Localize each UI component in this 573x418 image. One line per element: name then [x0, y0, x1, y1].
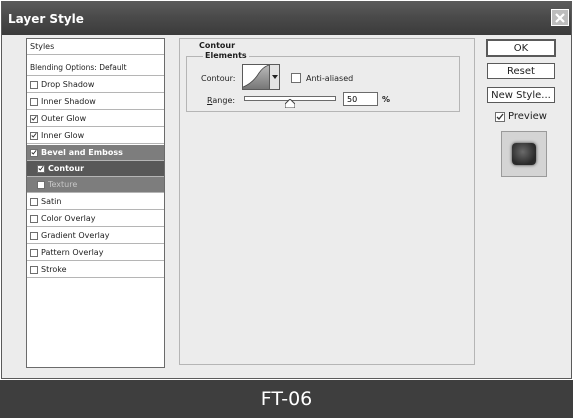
inner-shadow-checkbox[interactable]: [30, 97, 38, 106]
new-style-button-label: New Style...: [491, 89, 551, 101]
style-item-bevel-and-emboss[interactable]: Bevel and Emboss: [27, 145, 164, 161]
outer-glow-checkbox[interactable]: [30, 114, 38, 123]
contour-curve-icon: [242, 64, 270, 89]
style-item-label: Stroke: [41, 265, 67, 274]
drop-shadow-checkbox[interactable]: [30, 80, 38, 89]
check-icon: [31, 132, 37, 138]
style-item-texture[interactable]: Texture: [27, 177, 164, 193]
satin-checkbox[interactable]: [30, 197, 38, 206]
bevel-and-emboss-checkbox[interactable]: [30, 148, 38, 157]
preview-label: Preview: [508, 111, 547, 122]
caption-bar: FT-06: [0, 380, 573, 418]
title-bar[interactable]: Layer Style: [2, 2, 571, 35]
style-item-label: Outer Glow: [41, 114, 87, 123]
style-item-label: Inner Glow: [41, 131, 85, 140]
contour-checkbox[interactable]: [37, 164, 45, 173]
chevron-down-icon: [271, 75, 278, 79]
style-item-outer-glow[interactable]: Outer Glow: [27, 111, 164, 127]
style-item-label: Bevel and Emboss: [41, 148, 123, 157]
blending-options-item[interactable]: Blending Options: Default: [27, 60, 164, 76]
ok-button[interactable]: OK: [486, 39, 556, 57]
style-preview-thumbnail: [501, 131, 547, 177]
check-icon: [496, 113, 504, 120]
style-item-label: Satin: [41, 197, 62, 206]
anti-aliased-label: Anti-aliased: [306, 74, 354, 83]
style-item-inner-glow[interactable]: Inner Glow: [27, 128, 164, 144]
check-icon: [38, 165, 44, 171]
contour-dropdown-button[interactable]: [270, 64, 280, 90]
preview-checkbox[interactable]: [495, 111, 505, 122]
style-item-gradient-overlay[interactable]: Gradient Overlay: [27, 228, 164, 244]
color-overlay-checkbox[interactable]: [30, 214, 38, 223]
close-button[interactable]: [551, 9, 569, 26]
style-item-pattern-overlay[interactable]: Pattern Overlay: [27, 245, 164, 261]
dialog-title: Layer Style: [8, 12, 84, 26]
stroke-checkbox[interactable]: [30, 265, 38, 274]
close-icon: [555, 12, 565, 23]
style-item-label: Color Overlay: [41, 214, 96, 223]
style-item-inner-shadow[interactable]: Inner Shadow: [27, 94, 164, 110]
check-icon: [31, 149, 37, 155]
caption-label: FT-06: [260, 388, 313, 410]
ok-button-label: OK: [513, 42, 529, 54]
reset-button-label: Reset: [507, 65, 535, 77]
contour-label: Contour:: [201, 74, 236, 83]
pattern-overlay-checkbox[interactable]: [30, 248, 38, 257]
style-item-stroke[interactable]: Stroke: [27, 262, 164, 278]
contour-curve-preview[interactable]: [242, 64, 270, 90]
reset-button[interactable]: Reset: [487, 63, 555, 79]
style-item-label: Gradient Overlay: [41, 231, 110, 240]
new-style-button[interactable]: New Style...: [487, 87, 555, 103]
contour-group-title: Contour: [197, 41, 238, 50]
inner-glow-checkbox[interactable]: [30, 131, 38, 140]
styles-header[interactable]: Styles: [27, 39, 164, 55]
range-unit-label: %: [382, 95, 391, 104]
style-item-label: Inner Shadow: [41, 97, 96, 106]
range-value-input[interactable]: [343, 92, 378, 106]
style-item-label: Contour: [48, 164, 85, 173]
style-item-color-overlay[interactable]: Color Overlay: [27, 211, 164, 227]
blending-options-label: Blending Options: Default: [30, 63, 127, 72]
styles-header-label: Styles: [30, 42, 55, 51]
style-item-contour[interactable]: Contour: [27, 161, 164, 177]
gradient-overlay-checkbox[interactable]: [30, 231, 38, 240]
range-label: Range:: [207, 96, 236, 105]
slider-thumb-icon: [285, 99, 295, 108]
styles-list: Styles Blending Options: Default Drop Sh…: [26, 38, 165, 368]
style-item-label: Texture: [48, 180, 78, 189]
style-item-satin[interactable]: Satin: [27, 194, 164, 210]
elements-group-title: Elements: [203, 51, 249, 60]
style-item-drop-shadow[interactable]: Drop Shadow: [27, 77, 164, 93]
style-item-label: Pattern Overlay: [41, 248, 104, 257]
preview-shape: [512, 143, 536, 165]
style-item-label: Drop Shadow: [41, 80, 95, 89]
texture-checkbox[interactable]: [37, 180, 45, 189]
check-icon: [31, 115, 37, 121]
anti-aliased-checkbox[interactable]: [291, 73, 301, 83]
preview-toggle[interactable]: Preview: [495, 111, 547, 122]
